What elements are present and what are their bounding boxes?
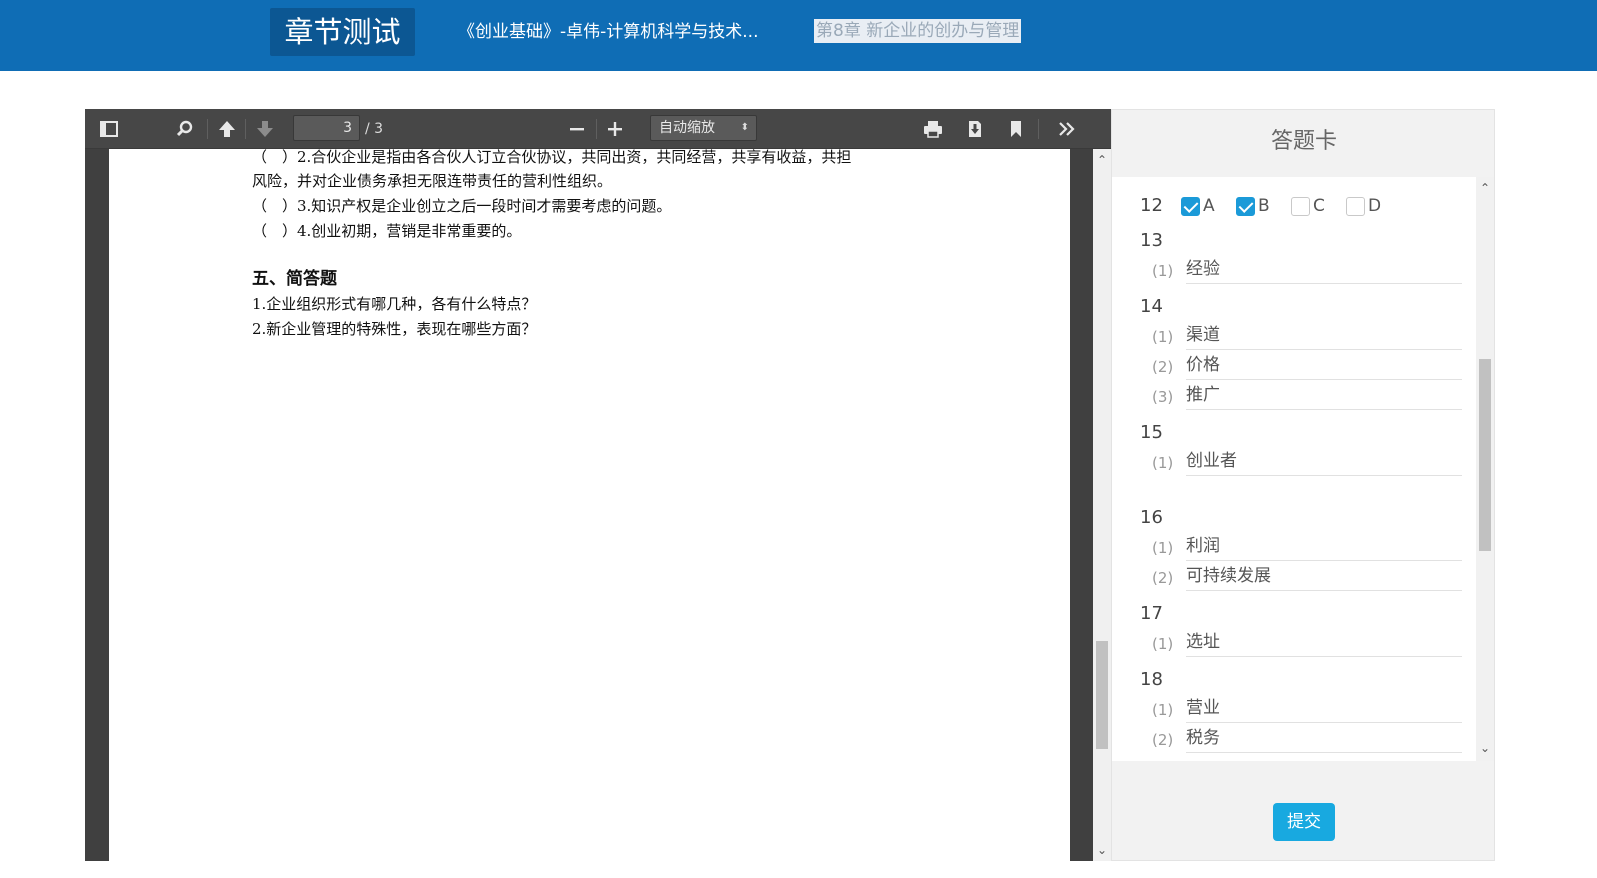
checkbox-checked-icon[interactable] [1181, 197, 1200, 216]
scroll-up-icon[interactable]: ⌃ [1476, 179, 1494, 197]
answer-input[interactable]: 选址 [1186, 630, 1462, 657]
document-question: 2.新企业管理的特殊性，表现在哪些方面？ [252, 320, 537, 338]
question-number: 12 [1140, 195, 1163, 216]
answer-card: 答题卡 12 A B C D 13 (1) 经验 14 (1) 渠道 (2) 价… [1111, 109, 1495, 861]
top-header: 章节测试 《创业基础》-卓伟-计算机科学与技术... 第8章 新企业的创办与管理 [0, 0, 1597, 71]
blank-index: (1) [1152, 328, 1174, 346]
toolbar-divider [596, 119, 597, 139]
blank-index: (2) [1152, 358, 1174, 376]
section-heading: 五、简答题 [252, 269, 337, 289]
answer-input[interactable]: 推广 [1186, 383, 1462, 410]
document-question: 1.企业组织形式有哪几种，各有什么特点？ [252, 295, 537, 313]
download-icon[interactable] [963, 117, 987, 141]
question-number: 17 [1140, 603, 1163, 624]
answer-list-scrollbar[interactable]: ⌃ ⌄ [1476, 177, 1494, 761]
zoom-select-value: 自动缩放 [659, 120, 715, 136]
print-icon[interactable] [921, 117, 945, 141]
bookmark-icon[interactable] [1004, 117, 1028, 141]
zoom-out-icon[interactable] [565, 117, 589, 141]
answer-input[interactable]: 经验 [1186, 257, 1462, 284]
answer-input[interactable]: 渠道 [1186, 323, 1462, 350]
blank-index: (1) [1152, 539, 1174, 557]
zoom-select[interactable]: 自动缩放 ⬍ [650, 115, 757, 141]
document-area: （ ）2.合伙企业是指由各合伙人订立合伙协议，共同出资，共同经营，共享有收益，共… [85, 148, 1095, 861]
toolbar-divider [245, 119, 246, 139]
submit-button[interactable]: 提交 [1273, 803, 1335, 841]
scrollbar-thumb[interactable] [1479, 359, 1491, 551]
scroll-down-icon[interactable]: ⌄ [1476, 739, 1494, 757]
answer-input[interactable]: 税务 [1186, 726, 1462, 753]
document-line: （ ）3.知识产权是企业创立之后一段时间才需要考虑的问题。 [252, 197, 672, 215]
more-tools-icon[interactable] [1055, 117, 1079, 141]
pdf-page: （ ）2.合伙企业是指由各合伙人订立合伙协议，共同出资，共同经营，共享有收益，共… [109, 148, 1070, 861]
question-number: 13 [1140, 230, 1163, 251]
answer-input[interactable]: 利润 [1186, 534, 1462, 561]
blank-index: (2) [1152, 731, 1174, 749]
blank-index: (1) [1152, 701, 1174, 719]
document-line: （ ）4.创业初期，营销是非常重要的。 [252, 222, 522, 240]
checkbox-checked-icon[interactable] [1236, 197, 1255, 216]
document-scrollbar[interactable]: ⌃ ⌄ [1093, 149, 1111, 861]
checkbox-icon[interactable] [1291, 197, 1310, 216]
page-number-input[interactable]: 3 [293, 115, 360, 141]
pdf-viewer: 3 / 3 自动缩放 ⬍ （ ）2.合伙企业是指由各合伙人订立合伙协议，共同出资… [85, 109, 1111, 861]
answer-input[interactable]: 营业 [1186, 696, 1462, 723]
answer-input[interactable]: 创业者 [1186, 449, 1462, 476]
scroll-up-icon[interactable]: ⌃ [1093, 151, 1111, 169]
answer-card-title: 答题卡 [1270, 129, 1337, 154]
toolbar-divider [1038, 119, 1039, 139]
page-total: / 3 [365, 121, 384, 137]
select-arrows-icon: ⬍ [740, 122, 749, 133]
question-number: 18 [1140, 669, 1163, 690]
blank-index: (1) [1152, 262, 1174, 280]
checkbox-icon[interactable] [1346, 197, 1365, 216]
answer-input[interactable]: 可持续发展 [1186, 564, 1462, 591]
option-label: B [1258, 196, 1270, 216]
scrollbar-thumb[interactable] [1096, 641, 1108, 749]
blank-index: (1) [1152, 454, 1174, 472]
chapter-breadcrumb[interactable]: 第8章 新企业的创办与管理 [814, 19, 1022, 43]
option-label: C [1313, 196, 1325, 216]
sidebar-toggle-icon[interactable] [97, 117, 121, 141]
blank-index: (3) [1152, 388, 1174, 406]
blank-index: (1) [1152, 635, 1174, 653]
blank-index: (2) [1152, 569, 1174, 587]
option-label: D [1368, 196, 1382, 216]
zoom-in-icon[interactable] [603, 117, 627, 141]
toolbar-divider [207, 119, 208, 139]
option-label: A [1203, 196, 1215, 216]
answer-list: 12 A B C D 13 (1) 经验 14 (1) 渠道 (2) 价格 (3… [1112, 177, 1476, 761]
question-number: 16 [1140, 507, 1163, 528]
next-page-icon[interactable] [253, 117, 277, 141]
search-icon[interactable] [173, 117, 197, 141]
previous-page-icon[interactable] [215, 117, 239, 141]
pdf-toolbar: 3 / 3 自动缩放 ⬍ [85, 109, 1111, 149]
page-title: 章节测试 [270, 8, 415, 56]
document-line: 风险，并对企业债务承担无限连带责任的营利性组织。 [252, 172, 613, 190]
document-line: （ ）2.合伙企业是指由各合伙人订立合伙协议，共同出资，共同经营，共享有收益，共… [252, 148, 852, 166]
question-number: 14 [1140, 296, 1163, 317]
answer-input[interactable]: 价格 [1186, 353, 1462, 380]
scroll-down-icon[interactable]: ⌄ [1093, 841, 1111, 859]
course-breadcrumb[interactable]: 《创业基础》-卓伟-计算机科学与技术... [458, 20, 758, 44]
question-number: 15 [1140, 422, 1163, 443]
